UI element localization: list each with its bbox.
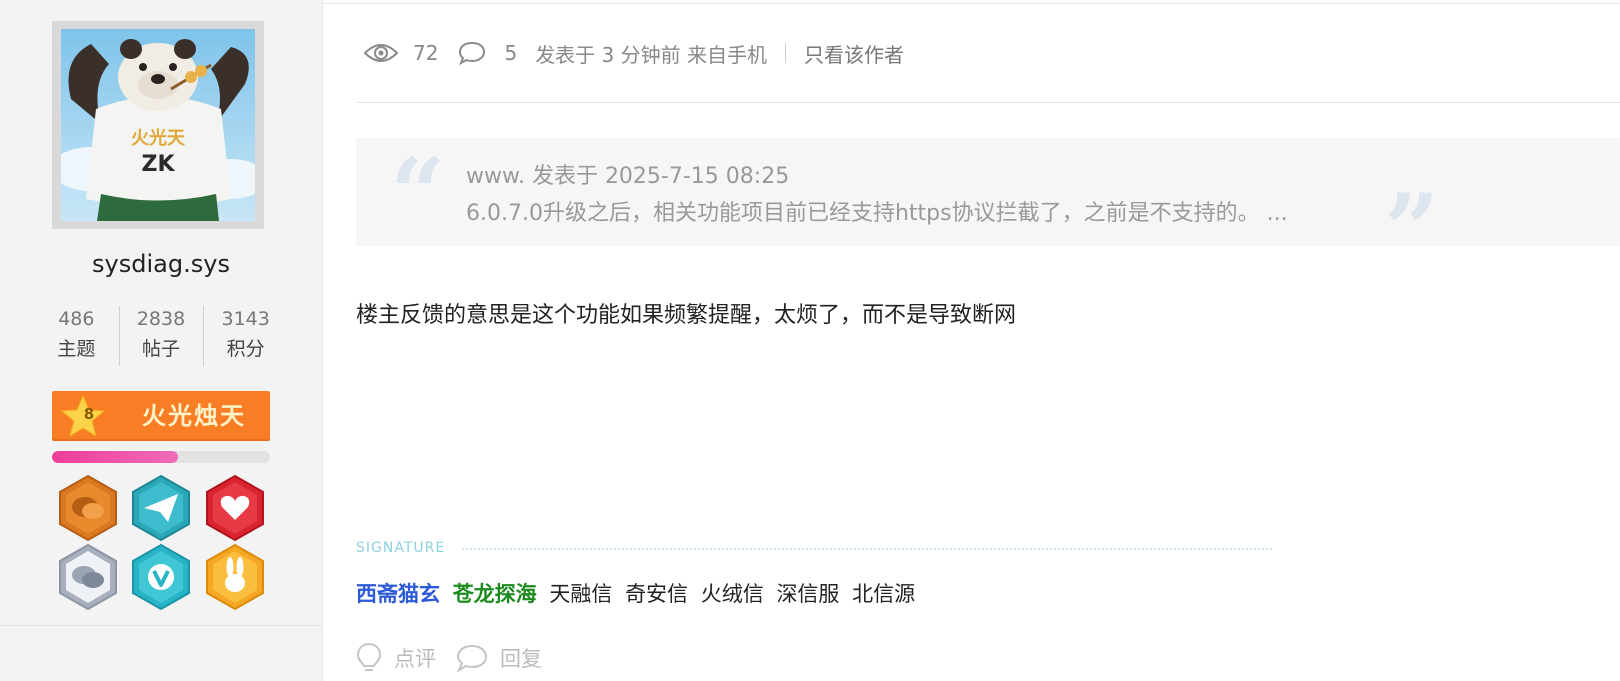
signature-link[interactable]: 深信服 xyxy=(776,582,839,606)
close-quote-icon: ” xyxy=(1384,173,1440,286)
stat-points-value: 3143 xyxy=(221,308,270,330)
sidebar-divider xyxy=(0,625,322,626)
meta-divider xyxy=(356,102,1620,103)
svg-text:火光天: 火光天 xyxy=(131,127,186,149)
author-sidebar: 火光天 ZK sysdiag.sys 486 主题 2838 帖子 3143 积… xyxy=(0,0,323,681)
post-time: 发表于 3 分钟前 来自手机 xyxy=(535,42,767,67)
open-quote-icon: “ xyxy=(390,137,446,250)
medal-double-chat[interactable] xyxy=(57,543,119,611)
rank-title: 火光烛天 xyxy=(142,402,246,430)
level-progress-bar xyxy=(52,451,270,463)
stat-threads-label: 主题 xyxy=(57,338,96,360)
eye-icon xyxy=(363,44,399,62)
stat-posts-value: 2838 xyxy=(136,308,186,330)
view-count: 72 xyxy=(413,41,439,65)
stat-posts-label: 帖子 xyxy=(142,338,181,360)
medal-heart[interactable] xyxy=(204,474,266,542)
double-chat-medal-icon xyxy=(59,543,117,611)
medal-paper-plane[interactable] xyxy=(130,474,192,542)
bear-avatar-illustration: 火光天 ZK xyxy=(61,29,255,221)
stat-points[interactable]: 3143 积分 xyxy=(203,304,288,366)
lightbulb-icon xyxy=(356,642,382,671)
signature-link[interactable]: 西斋猫玄 xyxy=(356,582,440,606)
stat-posts[interactable]: 2838 帖子 xyxy=(118,304,204,366)
comment-count: 5 xyxy=(504,41,518,65)
paper-plane-medal-icon xyxy=(132,474,190,542)
reply-bubble-icon xyxy=(456,644,488,672)
signature-links: 西斋猫玄 苍龙探海 天融信 奇安信 火绒信 深信服 北信源 xyxy=(356,578,921,608)
heart-medal-icon xyxy=(206,474,264,542)
avatar[interactable]: 火光天 ZK xyxy=(52,21,264,229)
comment-icon xyxy=(459,41,486,65)
reply-label: 回复 xyxy=(500,647,542,671)
rabbit-medal-icon xyxy=(206,543,264,611)
reply-button[interactable]: 回复 xyxy=(456,643,542,673)
post-meta: 72 5 发表于 3 分钟前 来自手机 只看该作者 xyxy=(363,36,904,70)
chat-bubble-medal-icon xyxy=(59,474,117,542)
meta-separator xyxy=(784,43,786,63)
author-stats: 486 主题 2838 帖子 3143 积分 xyxy=(34,304,288,366)
stat-threads[interactable]: 486 主题 xyxy=(34,304,119,366)
signature-link[interactable]: 火绒信 xyxy=(701,582,764,606)
svg-text:ZK: ZK xyxy=(142,152,176,177)
stat-points-label: 积分 xyxy=(226,338,265,360)
top-divider xyxy=(323,3,1620,4)
quoted-post: “ www. 发表于 2025-7-15 08:25 6.0.7.0升级之后，相… xyxy=(356,137,1620,278)
signature-label: SIGNATURE xyxy=(356,540,446,556)
post-actions: 点评 回复 xyxy=(356,640,562,676)
signature-divider xyxy=(462,548,1272,550)
rank-level: 8 xyxy=(83,405,95,423)
quote-text: 6.0.7.0升级之后，相关功能项目前已经支持https协议拦截了，之前是不支持… xyxy=(466,201,1288,226)
author-username[interactable]: sysdiag.sys xyxy=(0,250,322,278)
medal-chat[interactable] xyxy=(57,474,119,542)
only-author-link[interactable]: 只看该作者 xyxy=(804,39,904,68)
rank-badge[interactable]: 8 火光烛天 xyxy=(52,391,270,441)
stat-threads-value: 486 xyxy=(58,308,95,330)
level-progress-fill xyxy=(52,451,179,463)
v-verified-medal-icon xyxy=(132,543,190,611)
medal-verified[interactable] xyxy=(130,543,192,611)
rate-label: 点评 xyxy=(394,647,436,671)
avatar-image[interactable]: 火光天 ZK xyxy=(61,29,255,221)
signature-link[interactable]: 天融信 xyxy=(549,582,612,606)
rate-button[interactable]: 点评 xyxy=(356,642,436,674)
signature-link[interactable]: 北信源 xyxy=(852,582,915,606)
signature-link[interactable]: 奇安信 xyxy=(625,582,688,606)
post-body: 楼主反馈的意思是这个功能如果频繁提醒，太烦了，而不是导致断网 xyxy=(356,303,1017,328)
quote-header: www. 发表于 2025-7-15 08:25 xyxy=(466,164,790,189)
medal-rabbit[interactable] xyxy=(204,543,266,611)
signature-link[interactable]: 苍龙探海 xyxy=(453,582,537,606)
